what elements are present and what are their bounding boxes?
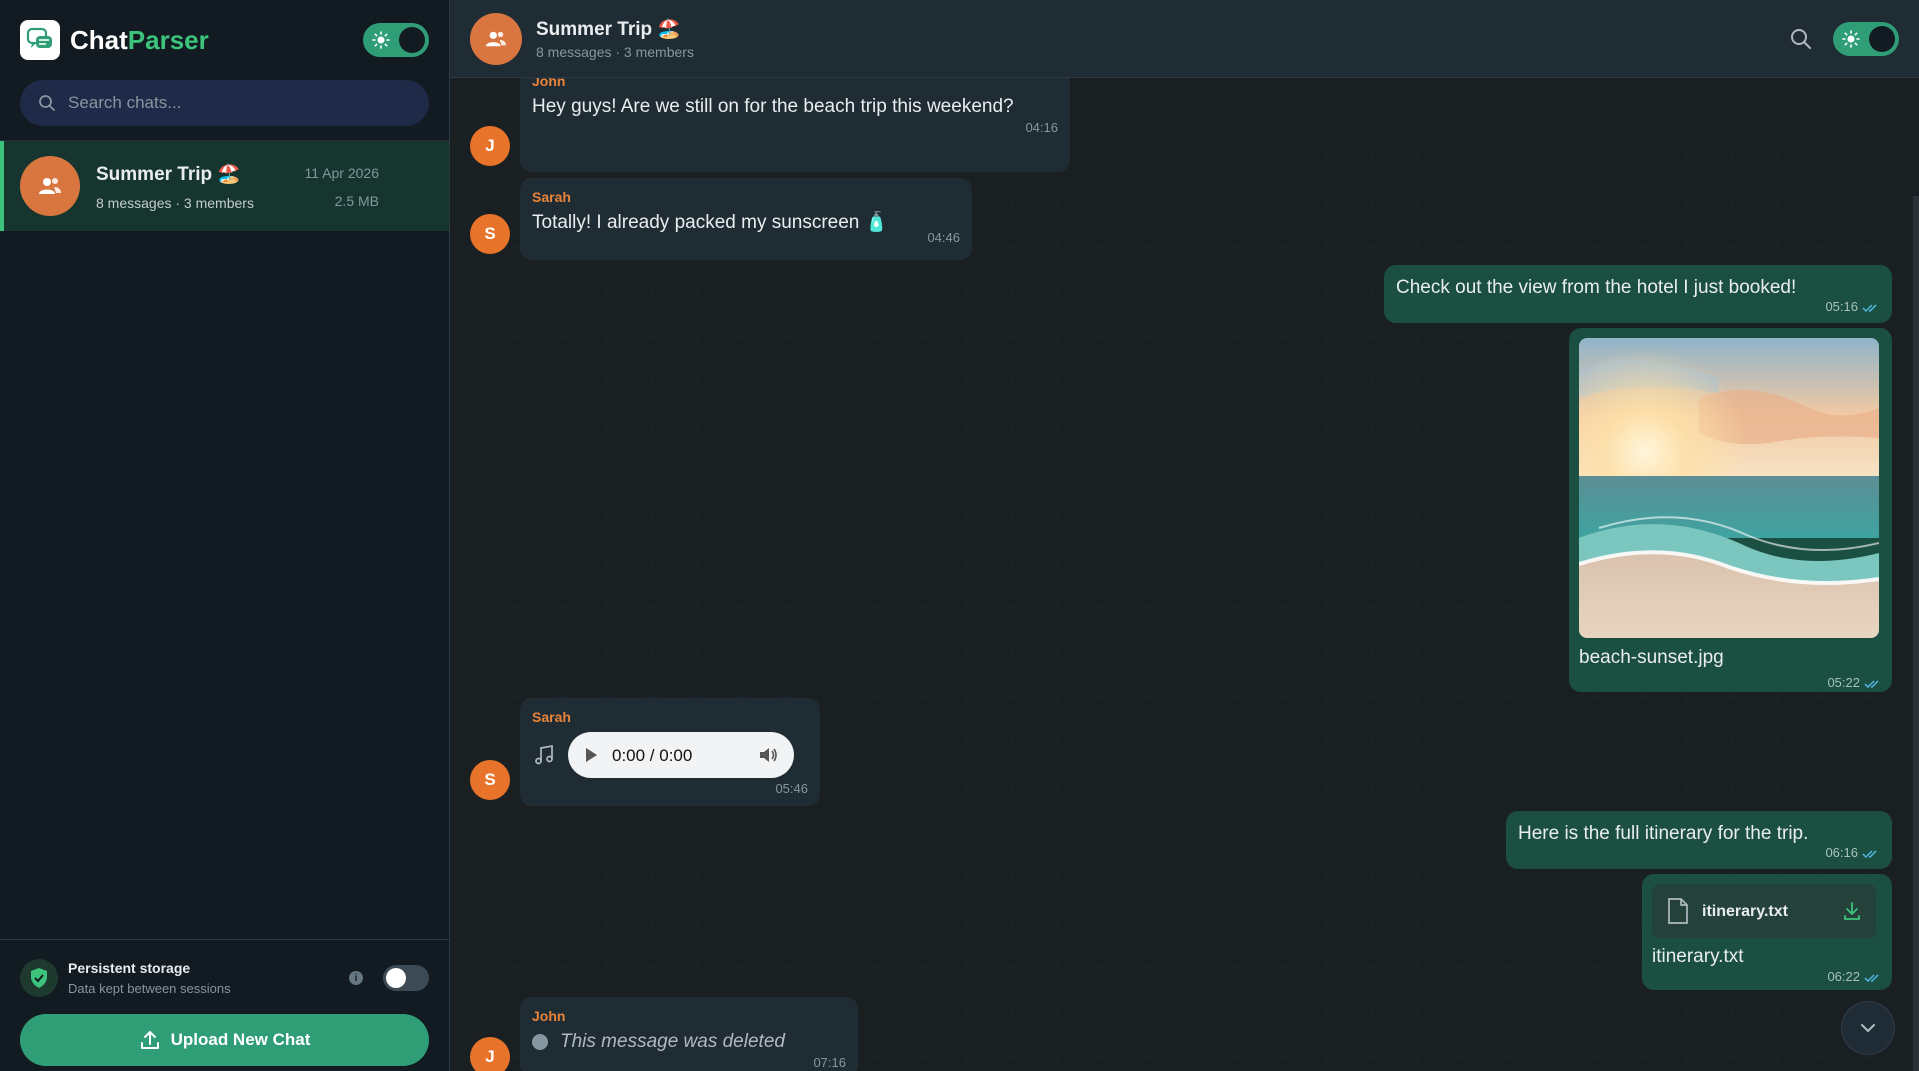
message-text: Hey guys! Are we still on for the beach … xyxy=(532,96,1014,117)
avatar: J xyxy=(470,1037,510,1071)
brand-bar: ChatParser xyxy=(0,0,449,80)
message-text: Check out the view from the hotel I just… xyxy=(1396,277,1797,298)
theme-toggle[interactable] xyxy=(1833,21,1899,56)
message-sender: Sarah xyxy=(532,709,571,725)
app-name-part1: Chat xyxy=(70,24,128,55)
chevron-down-icon xyxy=(1861,1024,1875,1032)
shield-icon xyxy=(20,959,58,997)
message-time-text: 05:22 xyxy=(1827,675,1860,690)
group-icon xyxy=(486,31,506,46)
message-time: 04:16 xyxy=(1025,120,1058,135)
info-icon[interactable]: i xyxy=(349,971,363,985)
download-icon[interactable] xyxy=(1842,901,1862,921)
double-check-icon xyxy=(1862,850,1877,858)
message-sender: Sarah xyxy=(532,189,571,205)
double-check-icon xyxy=(1864,974,1879,982)
message-time: 07:16 xyxy=(813,1055,846,1070)
upload-icon xyxy=(140,1031,159,1049)
persistent-storage-switch[interactable] xyxy=(383,965,429,991)
search-icon[interactable] xyxy=(1789,27,1813,51)
beach-sunset-image[interactable] xyxy=(1579,338,1879,638)
app-name-part2: Parser xyxy=(127,24,209,55)
storage-text: Persistent storage Data kept between ses… xyxy=(68,960,349,996)
switch-knob xyxy=(386,968,406,988)
message-time-text: 06:22 xyxy=(1827,969,1860,984)
avatar: J xyxy=(470,126,510,166)
file-icon xyxy=(1668,898,1688,924)
scrollbar[interactable] xyxy=(1913,196,1919,1071)
search-bar[interactable] xyxy=(20,80,429,126)
scroll-to-bottom-button[interactable] xyxy=(1841,1001,1895,1055)
sun-icon xyxy=(1842,29,1860,48)
chat-title: Summer Trip 🏖️ xyxy=(96,163,242,185)
chat-list-item[interactable]: Summer Trip 🏖️ 8 messages · 3 members 11… xyxy=(0,141,449,231)
deleted-message: This message was deleted xyxy=(532,1027,846,1056)
message-bubble-incoming-audio: Sarah 0:00 / 0:00 05:46 xyxy=(520,698,820,806)
sidebar: ChatParser Search chats... Summer Trip 🏖… xyxy=(0,0,450,1071)
music-icon xyxy=(535,744,553,765)
message-bubble-incoming-deleted: John This message was deleted 07:16 xyxy=(520,997,858,1071)
group-icon xyxy=(39,178,61,194)
file-caption: itinerary.txt xyxy=(1652,946,1744,967)
double-check-icon xyxy=(1864,680,1879,688)
play-icon[interactable] xyxy=(584,747,598,763)
storage-subtitle: Data kept between sessions xyxy=(68,981,231,996)
message-bubble-outgoing-file: itinerary.txt itinerary.txt 06:22 xyxy=(1642,874,1892,990)
app: ChatParser Search chats... Summer Trip 🏖… xyxy=(0,0,1919,1071)
chat-meta: 11 Apr 2026 2.5 MB xyxy=(305,165,379,209)
message-time: 05:22 xyxy=(1579,676,1882,690)
upload-label: Upload New Chat xyxy=(170,1030,311,1049)
audio-message: 0:00 / 0:00 xyxy=(532,732,808,778)
app-logo xyxy=(20,20,60,60)
file-attachment[interactable]: itinerary.txt xyxy=(1652,884,1876,938)
chat-avatar xyxy=(20,156,80,216)
message-bubble-incoming: Sarah Totally! I already packed my sunsc… xyxy=(520,178,972,260)
message-time: 06:16 xyxy=(1518,846,1880,860)
message-sender: John xyxy=(532,1008,566,1024)
image-caption: beach-sunset.jpg xyxy=(1579,647,1724,668)
message-bubble-outgoing: Here is the full itinerary for the trip.… xyxy=(1506,811,1892,869)
chat-subtitle: 8 messages · 3 members xyxy=(96,194,254,211)
chat-date: 11 Apr 2026 xyxy=(304,165,379,181)
avatar: S xyxy=(470,760,510,800)
search-icon xyxy=(39,95,55,111)
sidebar-footer: Persistent storage Data kept between ses… xyxy=(0,939,449,1071)
chat-size: 2.5 MB xyxy=(334,193,379,209)
message-time: 06:22 xyxy=(1652,970,1882,984)
chat-list: Summer Trip 🏖️ 8 messages · 3 members 11… xyxy=(0,140,449,231)
theme-toggle[interactable] xyxy=(363,23,429,57)
message-bubble-outgoing: Check out the view from the hotel I just… xyxy=(1384,265,1892,323)
chat-panel: Summer Trip 🏖️ 8 messages · 3 members J … xyxy=(450,0,1919,1071)
chat-header-title: Summer Trip 🏖️ xyxy=(536,19,682,40)
chat-header: Summer Trip 🏖️ 8 messages · 3 members xyxy=(450,0,1919,78)
message-time-text: 05:16 xyxy=(1825,299,1858,314)
audio-player[interactable]: 0:00 / 0:00 xyxy=(568,732,794,778)
message-time: 05:16 xyxy=(1396,300,1880,314)
audio-time: 0:00 / 0:00 xyxy=(612,745,693,765)
avatar: S xyxy=(470,214,510,254)
message-bubble-outgoing-image: beach-sunset.jpg 05:22 xyxy=(1569,328,1892,692)
chat-header-avatar[interactable] xyxy=(470,12,522,65)
sun-icon xyxy=(372,31,390,49)
storage-title: Persistent storage xyxy=(68,960,191,976)
double-check-icon xyxy=(1862,304,1877,312)
message-time: 05:46 xyxy=(775,781,808,796)
header-actions xyxy=(1789,21,1899,56)
app-name: ChatParser xyxy=(70,25,209,56)
chat-header-subtitle: 8 messages · 3 members xyxy=(536,44,694,60)
message-bubble-incoming: John Hey guys! Are we still on for the b… xyxy=(520,68,1070,172)
upload-new-chat-button[interactable]: Upload New Chat xyxy=(20,1014,429,1066)
toggle-knob xyxy=(1869,25,1895,52)
file-name: itinerary.txt xyxy=(1702,902,1788,920)
chat-info: Summer Trip 🏖️ 8 messages · 3 members xyxy=(96,162,433,211)
chat-header-text: Summer Trip 🏖️ 8 messages · 3 members xyxy=(536,17,694,60)
toggle-knob xyxy=(399,27,425,53)
message-time-text: 06:16 xyxy=(1825,845,1858,860)
search-input[interactable] xyxy=(68,93,388,113)
message-text: Here is the full itinerary for the trip. xyxy=(1518,823,1809,844)
volume-icon[interactable] xyxy=(758,746,778,764)
deleted-icon xyxy=(532,1033,548,1050)
storage-row: Persistent storage Data kept between ses… xyxy=(20,956,429,1000)
message-text: This message was deleted xyxy=(560,1031,785,1052)
